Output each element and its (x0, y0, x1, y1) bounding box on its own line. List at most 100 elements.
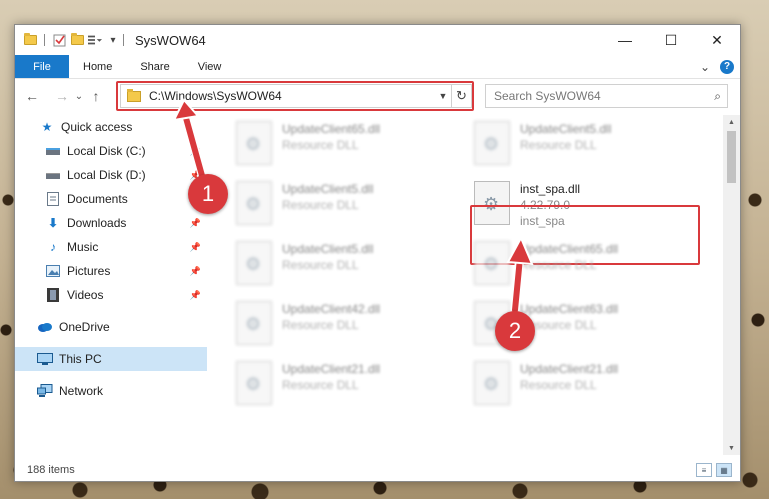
forward-button[interactable]: → (51, 85, 73, 107)
file-description: Resource DLL (282, 138, 359, 152)
pin-icon[interactable]: 📌 (190, 242, 201, 253)
up-button[interactable]: ↑ (85, 85, 107, 107)
properties-icon[interactable] (52, 33, 66, 47)
quick-access-toolbar: ▾ (15, 33, 120, 47)
file-description: Resource DLL (282, 318, 359, 332)
caption-buttons: — ☐ ✕ (602, 25, 740, 55)
maximize-button[interactable]: ☐ (648, 25, 694, 55)
status-bar: 188 items ≡ ▦ (15, 459, 740, 481)
file-name: inst_spa.dll (520, 182, 581, 196)
pin-icon[interactable]: 📌 (190, 290, 201, 301)
dll-file-icon: ⚙ (236, 301, 272, 345)
dll-file-icon: ⚙ (236, 181, 272, 225)
address-path[interactable]: C:\Windows\SysWOW64 (149, 89, 282, 103)
navigation-bar: ← → ⌄ ↑ C:\Windows\SysWOW64 ▼ ↻ Search S… (15, 79, 740, 113)
customize-toolbar-icon[interactable] (88, 33, 102, 47)
scroll-down-icon[interactable]: ▼ (723, 441, 740, 455)
sidebar-item-label: Quick access (61, 120, 133, 134)
title-bar: ▾ SysWOW64 — ☐ ✕ (15, 25, 740, 55)
music-icon: ♪ (50, 240, 56, 254)
search-icon[interactable]: ⌕ (714, 89, 721, 104)
pin-icon[interactable]: 📌 (190, 218, 201, 229)
minimize-button[interactable]: — (602, 25, 648, 55)
ribbon-tabs: File Home Share View ⌄ ? (15, 55, 740, 79)
tab-file[interactable]: File (15, 55, 69, 78)
file-name: UpdateClient5.dll (282, 242, 374, 256)
sidebar-item-label: Local Disk (C:) (67, 144, 146, 158)
explorer-window: ▾ SysWOW64 — ☐ ✕ File Home Share View ⌄ … (14, 24, 741, 482)
tab-share[interactable]: Share (126, 55, 183, 78)
refresh-icon[interactable]: ↻ (451, 85, 471, 107)
search-placeholder: Search SysWOW64 (494, 89, 601, 103)
step-badge-2: 2 (495, 311, 535, 351)
close-button[interactable]: ✕ (694, 25, 740, 55)
file-name: UpdateClient42.dll (282, 302, 381, 316)
new-folder-icon[interactable] (70, 33, 84, 47)
drive-icon (45, 168, 61, 182)
file-description: Resource DLL (282, 378, 359, 392)
file-description: Resource DLL (520, 378, 597, 392)
sidebar-item-quick-access[interactable]: ★ Quick access (15, 115, 207, 139)
dll-file-icon: ⚙ (474, 241, 510, 285)
sidebar-item-label: Documents (67, 192, 128, 206)
file-name: UpdateClient5.dll (520, 122, 612, 136)
sidebar-item-label: OneDrive (59, 320, 110, 334)
documents-icon (45, 192, 61, 206)
sidebar-item-label: Videos (67, 288, 104, 302)
back-button[interactable]: ← (21, 85, 43, 107)
vertical-scrollbar[interactable]: ▲ ▼ (723, 115, 740, 455)
search-input[interactable]: Search SysWOW64 ⌕ (485, 84, 728, 108)
pin-icon[interactable]: 📌 (190, 146, 201, 157)
sidebar-item-onedrive[interactable]: OneDrive (15, 315, 207, 339)
sidebar-item-network[interactable]: Network (15, 379, 207, 403)
file-description: Resource DLL (282, 198, 359, 212)
sidebar-item-this-pc[interactable]: This PC (15, 347, 207, 371)
file-name: UpdateClient21.dll (520, 362, 619, 376)
sidebar-item-label: Downloads (67, 216, 127, 230)
file-item[interactable]: ⚙ UpdateClient65.dll Resource DLL (236, 121, 466, 177)
sidebar-item-music[interactable]: ♪ Music 📌 (15, 235, 207, 259)
dll-file-icon: ⚙ (236, 121, 272, 165)
sidebar-item-local-disk-c[interactable]: Local Disk (C:) 📌 (15, 139, 207, 163)
expand-ribbon-icon[interactable]: ⌄ (700, 60, 710, 74)
sidebar-item-videos[interactable]: Videos 📌 (15, 283, 207, 307)
sidebar-item-documents[interactable]: Documents 📌 (15, 187, 207, 211)
pin-icon[interactable]: 📌 (190, 266, 201, 277)
help-button[interactable]: ? (720, 59, 734, 74)
file-item[interactable]: ⚙ UpdateClient21.dll Resource DLL (236, 361, 466, 417)
sidebar-item-pictures[interactable]: Pictures 📌 (15, 259, 207, 283)
divider (44, 34, 45, 46)
file-name: UpdateClient63.dll (520, 302, 619, 316)
recent-locations-button[interactable]: ⌄ (73, 85, 85, 107)
computer-icon (37, 352, 53, 366)
sidebar-item-label: This PC (59, 352, 102, 366)
file-item[interactable]: ⚙ UpdateClient5.dll Resource DLL (474, 121, 704, 177)
dll-file-icon: ⚙ (236, 241, 272, 285)
tab-home[interactable]: Home (69, 55, 126, 78)
scroll-up-icon[interactable]: ▲ (723, 115, 740, 129)
window-title: SysWOW64 (135, 32, 206, 48)
file-item[interactable]: ⚙ UpdateClient42.dll Resource DLL (236, 301, 466, 357)
file-item[interactable]: ⚙ UpdateClient5.dll Resource DLL (236, 181, 466, 237)
tab-view[interactable]: View (184, 55, 236, 78)
address-bar[interactable]: C:\Windows\SysWOW64 ▼ ↻ (120, 84, 472, 108)
tiles-view-icon[interactable]: ▦ (716, 463, 732, 477)
file-name: UpdateClient65.dll (282, 122, 381, 136)
chevron-down-icon[interactable]: ▾ (106, 33, 120, 47)
scroll-thumb[interactable] (727, 131, 736, 183)
network-icon (37, 384, 53, 398)
file-item[interactable]: ⚙ UpdateClient65.dll Resource DLL (474, 241, 704, 297)
sidebar-item-label: Pictures (67, 264, 111, 278)
download-icon: ⬇ (47, 216, 59, 230)
sidebar-item-downloads[interactable]: ⬇ Downloads 📌 (15, 211, 207, 235)
file-item[interactable]: ⚙ UpdateClient21.dll Resource DLL (474, 361, 704, 417)
navigation-pane: ★ Quick access Local Disk (C:) 📌 Local D… (15, 115, 207, 455)
file-list: ⚙ UpdateClient65.dll Resource DLL ⚙ Upda… (220, 115, 725, 455)
sidebar-item-local-disk-d[interactable]: Local Disk (D:) 📌 (15, 163, 207, 187)
dll-file-icon: ⚙ (474, 361, 510, 405)
chevron-down-icon[interactable]: ▼ (435, 91, 451, 101)
dll-file-icon: ⚙ (474, 121, 510, 165)
pictures-icon (45, 264, 61, 278)
file-item[interactable]: ⚙ UpdateClient5.dll Resource DLL (236, 241, 466, 297)
details-view-icon[interactable]: ≡ (696, 463, 712, 477)
